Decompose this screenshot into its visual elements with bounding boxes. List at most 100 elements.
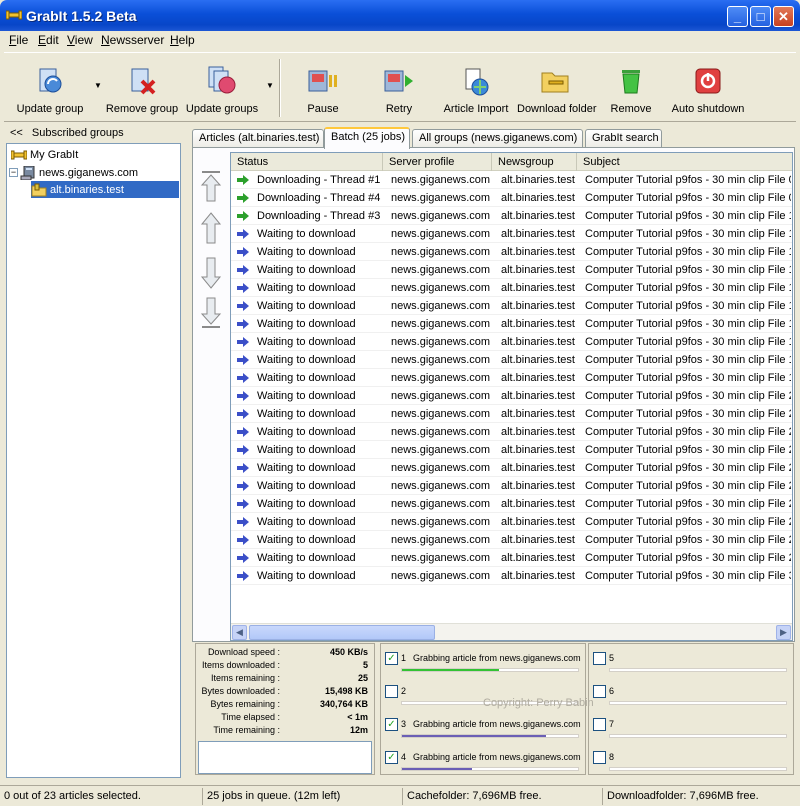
column-header-subject[interactable]: Subject bbox=[577, 153, 792, 171]
thread-number: 8 bbox=[609, 752, 615, 762]
title-bar[interactable]: GrabIt 1.5.2 Beta _ □ ✕ bbox=[0, 0, 800, 31]
thread-checkbox[interactable] bbox=[593, 751, 606, 764]
table-row[interactable]: Waiting to download news.giganews.com alt.… bbox=[231, 351, 792, 369]
table-row[interactable]: Waiting to download news.giganews.com alt.… bbox=[231, 405, 792, 423]
thread-number: 3 bbox=[401, 719, 407, 729]
waiting-arrow-icon bbox=[237, 373, 249, 383]
subject-cell: Computer Tutorial p9fos - 30 min clip Fi… bbox=[585, 462, 791, 474]
article-import-button[interactable]: Article Import bbox=[438, 57, 514, 119]
waiting-arrow-icon bbox=[237, 247, 249, 257]
column-header-server-profile[interactable]: Server profile bbox=[383, 153, 492, 171]
newsgroup-cell: alt.binaries.test bbox=[501, 210, 575, 222]
waiting-arrow-icon bbox=[237, 229, 249, 239]
close-button[interactable]: ✕ bbox=[773, 6, 794, 27]
server-cell: news.giganews.com bbox=[391, 444, 491, 456]
tab-all-groups[interactable]: All groups (news.giganews.com) bbox=[412, 129, 583, 148]
stat-value: 340,764 KB bbox=[319, 699, 368, 709]
status-cell: Waiting to download bbox=[257, 534, 356, 546]
update-group-dropdown-arrow[interactable]: ▼ bbox=[94, 81, 102, 90]
thread-checkbox[interactable] bbox=[593, 652, 606, 665]
thread-checkbox[interactable]: ✓ bbox=[385, 751, 398, 764]
retry-button[interactable]: Retry bbox=[361, 57, 437, 119]
table-row[interactable]: Waiting to download news.giganews.com alt.… bbox=[231, 549, 792, 567]
table-row[interactable]: Downloading - Thread #3 news.giganews.com… bbox=[231, 207, 792, 225]
tab-grabit-search[interactable]: GrabIt search bbox=[585, 129, 662, 148]
menu-file[interactable]: File bbox=[9, 33, 28, 47]
maximize-button[interactable]: □ bbox=[750, 6, 771, 27]
auto-shutdown-button[interactable]: Auto shutdown bbox=[670, 57, 746, 119]
remove-group-button[interactable]: Remove group bbox=[104, 57, 180, 119]
batch-list[interactable]: Status Server profile Newsgroup Subject … bbox=[230, 152, 793, 641]
table-row[interactable]: Waiting to download news.giganews.com alt.… bbox=[231, 567, 792, 585]
move-up-button[interactable] bbox=[199, 210, 223, 246]
waiting-arrow-icon bbox=[237, 337, 249, 347]
update-groups-button[interactable]: Update groups bbox=[184, 57, 260, 119]
server-cell: news.giganews.com bbox=[391, 318, 491, 330]
table-row[interactable]: Waiting to download news.giganews.com alt.… bbox=[231, 279, 792, 297]
table-row[interactable]: Waiting to download news.giganews.com alt.… bbox=[231, 243, 792, 261]
table-row[interactable]: Waiting to download news.giganews.com alt.… bbox=[231, 333, 792, 351]
table-row[interactable]: Waiting to download news.giganews.com alt.… bbox=[231, 315, 792, 333]
stat-value: 12m bbox=[349, 725, 368, 735]
remove-button[interactable]: Remove bbox=[593, 57, 669, 119]
subject-cell: Computer Tutorial p9fos - 30 min clip Fi… bbox=[585, 192, 791, 204]
table-row[interactable]: Waiting to download news.giganews.com alt.… bbox=[231, 441, 792, 459]
column-header-newsgroup[interactable]: Newsgroup bbox=[492, 153, 577, 171]
move-to-top-button[interactable] bbox=[199, 168, 223, 204]
tab-articles[interactable]: Articles (alt.binaries.test) bbox=[192, 129, 324, 148]
tree-expander-icon[interactable]: − bbox=[9, 168, 18, 177]
minimize-icon: _ bbox=[733, 9, 742, 24]
tab-batch[interactable]: Batch (25 jobs) bbox=[324, 127, 410, 149]
newsgroup-cell: alt.binaries.test bbox=[501, 480, 575, 492]
table-row[interactable]: Waiting to download news.giganews.com alt.… bbox=[231, 423, 792, 441]
thread-checkbox[interactable] bbox=[385, 685, 398, 698]
subject-cell: Computer Tutorial p9fos - 30 min clip Fi… bbox=[585, 264, 791, 276]
thread-checkbox[interactable] bbox=[593, 685, 606, 698]
table-row[interactable]: Waiting to download news.giganews.com alt.… bbox=[231, 297, 792, 315]
thread-checkbox[interactable]: ✓ bbox=[385, 652, 398, 665]
status-downloadfolder: Downloadfolder: 7,696MB free. bbox=[602, 788, 800, 805]
horizontal-scrollbar[interactable]: ◀ ▶ bbox=[231, 623, 792, 640]
folder-icon bbox=[31, 183, 47, 196]
menu-newsserver[interactable]: Newsserver bbox=[101, 33, 164, 47]
table-row[interactable]: Waiting to download news.giganews.com alt.… bbox=[231, 477, 792, 495]
minimize-button[interactable]: _ bbox=[727, 6, 748, 27]
table-row[interactable]: Waiting to download news.giganews.com alt.… bbox=[231, 459, 792, 477]
tree-node-my-grabit[interactable]: My GrabIt bbox=[11, 146, 78, 163]
table-row[interactable]: Waiting to download news.giganews.com alt.… bbox=[231, 513, 792, 531]
thread-checkbox[interactable]: ✓ bbox=[385, 718, 398, 731]
menu-view[interactable]: View bbox=[67, 33, 93, 47]
server-icon bbox=[20, 165, 35, 180]
menu-edit[interactable]: Edit bbox=[38, 33, 59, 47]
scrollbar-thumb[interactable] bbox=[249, 625, 435, 640]
update-group-button[interactable]: Update group bbox=[12, 57, 88, 119]
server-cell: news.giganews.com bbox=[391, 534, 491, 546]
waiting-arrow-icon bbox=[237, 283, 249, 293]
article-import-icon bbox=[465, 68, 489, 96]
pause-button[interactable]: Pause bbox=[285, 57, 361, 119]
download-folder-button[interactable]: Download folder bbox=[517, 57, 597, 119]
tree-node-alt-binaries-test[interactable]: alt.binaries.test bbox=[31, 181, 179, 198]
scroll-left-button[interactable]: ◀ bbox=[232, 625, 247, 640]
stat-value: 5 bbox=[362, 660, 368, 670]
server-cell: news.giganews.com bbox=[391, 264, 491, 276]
thread-checkbox[interactable] bbox=[593, 718, 606, 731]
thread-number: 5 bbox=[609, 653, 615, 663]
table-row[interactable]: Downloading - Thread #1 news.giganews.com… bbox=[231, 171, 792, 189]
tree-node-news-giganews-com[interactable]: − news.giganews.com bbox=[9, 164, 138, 181]
table-row[interactable]: Waiting to download news.giganews.com alt.… bbox=[231, 369, 792, 387]
column-header-status[interactable]: Status bbox=[231, 153, 383, 171]
table-row[interactable]: Downloading - Thread #4 news.giganews.com… bbox=[231, 189, 792, 207]
scroll-right-button[interactable]: ▶ bbox=[776, 625, 791, 640]
collapse-sidebar-button[interactable]: << bbox=[10, 127, 23, 139]
table-row[interactable]: Waiting to download news.giganews.com alt.… bbox=[231, 387, 792, 405]
move-down-button[interactable] bbox=[199, 255, 223, 291]
table-row[interactable]: Waiting to download news.giganews.com alt.… bbox=[231, 495, 792, 513]
table-row[interactable]: Waiting to download news.giganews.com alt.… bbox=[231, 531, 792, 549]
menu-help[interactable]: Help bbox=[170, 33, 195, 47]
table-row[interactable]: Waiting to download news.giganews.com alt.… bbox=[231, 225, 792, 243]
update-groups-dropdown-arrow[interactable]: ▼ bbox=[266, 81, 274, 90]
table-row[interactable]: Waiting to download news.giganews.com alt.… bbox=[231, 261, 792, 279]
stat-value: 25 bbox=[357, 673, 368, 683]
move-to-bottom-button[interactable] bbox=[199, 295, 223, 331]
